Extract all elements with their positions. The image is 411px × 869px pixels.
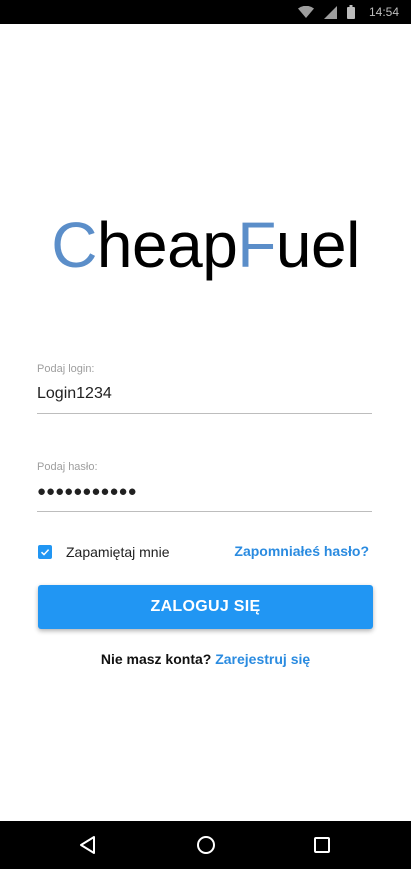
signup-prompt: Nie masz konta? bbox=[100, 651, 212, 667]
password-field-label: Podaj hasło: bbox=[37, 461, 98, 473]
remember-checkbox[interactable] bbox=[38, 545, 52, 559]
recents-icon[interactable] bbox=[310, 833, 334, 857]
cellular-signal-icon bbox=[323, 5, 337, 19]
forgot-password-link[interactable]: Zapomniałeś hasło? bbox=[234, 543, 369, 559]
remember-row: Zapamiętaj mnie Zapomniałeś hasło? bbox=[38, 542, 373, 562]
back-icon[interactable] bbox=[76, 833, 100, 857]
login-field-label: Podaj login: bbox=[37, 363, 95, 375]
password-field[interactable]: Podaj hasło: ●●●●●●●●●●● bbox=[37, 460, 372, 512]
logo-letter-c: C bbox=[51, 209, 97, 281]
password-input[interactable]: ●●●●●●●●●●● bbox=[37, 479, 372, 505]
remember-label[interactable]: Zapamiętaj mnie bbox=[66, 544, 170, 560]
app-logo: CheapFuel bbox=[0, 205, 411, 285]
password-field-underline bbox=[37, 511, 372, 512]
logo-text-heap: heap bbox=[96, 209, 238, 281]
login-input[interactable]: Login1234 bbox=[37, 381, 372, 407]
login-field-underline bbox=[37, 413, 372, 414]
navigation-bar bbox=[0, 821, 411, 869]
logo-letter-f: F bbox=[237, 209, 276, 281]
login-field[interactable]: Podaj login: Login1234 bbox=[37, 362, 372, 414]
battery-icon bbox=[346, 5, 355, 19]
check-icon bbox=[40, 549, 50, 556]
status-time: 14:54 bbox=[368, 5, 399, 19]
status-bar: 14:54 bbox=[0, 0, 411, 24]
home-icon[interactable] bbox=[194, 833, 218, 857]
signup-link[interactable]: Zarejestruj się bbox=[215, 651, 310, 667]
signup-row: Nie masz konta? Zarejestruj się bbox=[0, 651, 411, 667]
wifi-icon bbox=[297, 6, 314, 18]
logo-text-uel: uel bbox=[275, 209, 360, 281]
login-button[interactable]: ZALOGUJ SIĘ bbox=[38, 585, 373, 629]
